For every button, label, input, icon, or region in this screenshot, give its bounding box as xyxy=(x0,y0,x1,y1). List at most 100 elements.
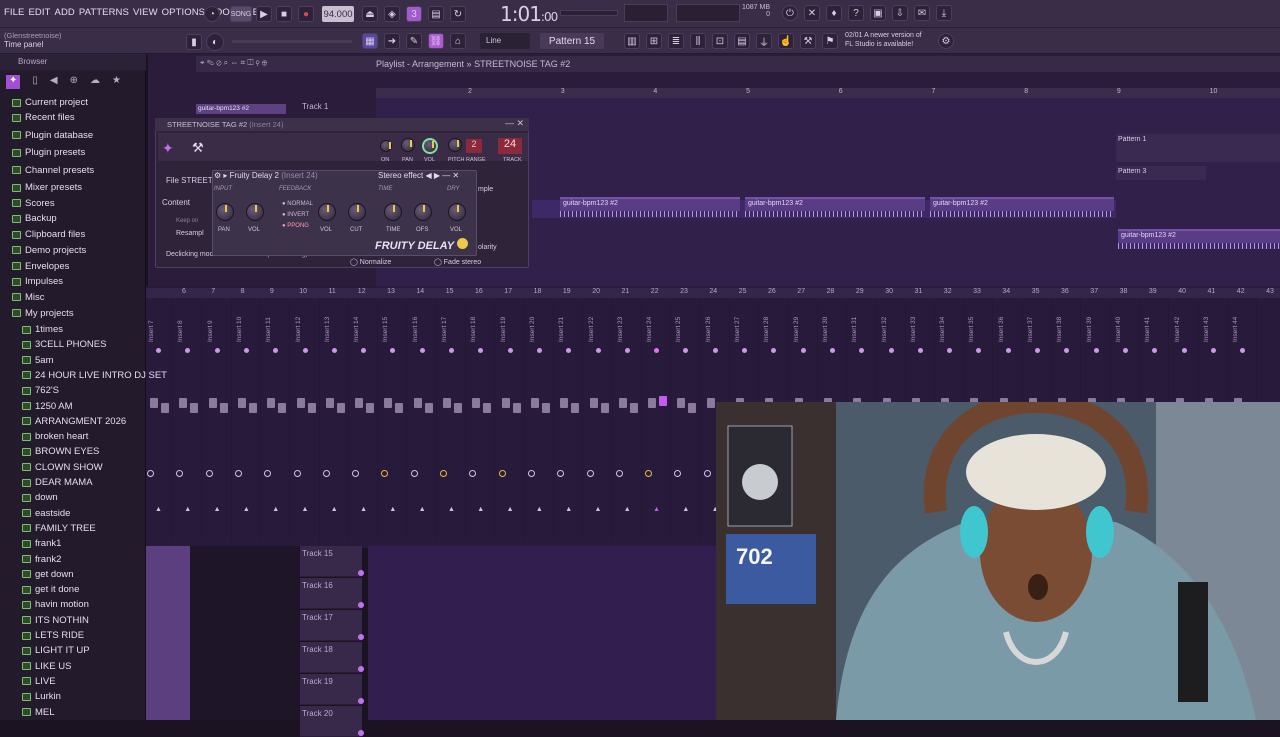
lower-track-label[interactable]: Track 18 xyxy=(300,642,362,673)
mixer-strip[interactable]: Insert 23 ▲ xyxy=(615,300,642,540)
insert-led[interactable] xyxy=(302,348,308,353)
vol-fader[interactable] xyxy=(219,403,228,413)
browser-item-mixer-presets[interactable]: Mixer presets xyxy=(12,180,82,195)
plugin-picker-icon[interactable]: ⊡ xyxy=(712,33,728,49)
project-item[interactable]: get down xyxy=(22,567,74,582)
insert-led[interactable] xyxy=(419,348,425,353)
delay-knob-vol[interactable] xyxy=(318,203,336,221)
insert-led[interactable] xyxy=(273,348,279,353)
mixer-strip[interactable]: Insert 20 ▲ xyxy=(527,300,554,540)
delay-mode-invert[interactable]: ● INVERT xyxy=(282,212,309,218)
delay-knob-ofs[interactable] xyxy=(414,203,432,221)
help-icon[interactable]: ? xyxy=(848,5,864,21)
mixer-strip[interactable]: Insert 31 xyxy=(849,300,877,413)
mixer-strip[interactable]: Insert 17 ▲ xyxy=(439,300,466,540)
pan-fader[interactable] xyxy=(589,398,598,408)
project-item[interactable]: DEAR MAMA xyxy=(22,475,93,490)
audio-clip[interactable]: guitar-bpm123 #2 xyxy=(930,197,1114,211)
plug-icon[interactable]: ⏚ xyxy=(756,33,772,49)
mixer-strip[interactable]: Insert 27 xyxy=(732,300,759,413)
track-mute-led[interactable] xyxy=(358,698,364,704)
route-knob[interactable] xyxy=(440,470,447,477)
mixer-strip[interactable]: Insert 35 xyxy=(966,300,994,413)
record-icon[interactable]: ● xyxy=(298,6,314,22)
project-item[interactable]: 5am xyxy=(22,353,53,368)
track-mute-led[interactable] xyxy=(358,634,364,640)
send-arrow[interactable]: ▲ xyxy=(419,506,426,513)
tempo-display[interactable]: 94.000 xyxy=(322,6,354,22)
insert-led[interactable] xyxy=(742,348,747,353)
insert-led[interactable] xyxy=(1005,348,1011,353)
vol-fader[interactable] xyxy=(278,403,287,413)
insert-led[interactable] xyxy=(683,348,689,353)
window-close-icon[interactable]: — ✕ xyxy=(505,118,524,129)
route-knob[interactable] xyxy=(498,470,506,477)
master-pitch-knob[interactable]: ◐ xyxy=(206,33,224,51)
send-arrow[interactable]: ▲ xyxy=(184,506,191,513)
preset-selector[interactable]: Stereo effect ◀ ▶ — ✕ xyxy=(378,171,459,180)
project-item[interactable]: LIGHT IT UP xyxy=(22,643,90,658)
project-item[interactable]: ITS NOTHIN xyxy=(22,613,89,628)
wrench-tab-icon[interactable]: ⚒ xyxy=(192,140,204,156)
pan-fader[interactable] xyxy=(501,398,510,408)
vol-fader[interactable] xyxy=(629,403,638,413)
file-icon[interactable]: ▯ xyxy=(32,75,38,89)
mixer-strip[interactable]: Insert 24 ▲ xyxy=(644,300,672,540)
wait-icon[interactable]: ◈ xyxy=(384,6,400,22)
cloud-icon[interactable]: ☁ xyxy=(90,75,100,89)
project-item[interactable]: eastside xyxy=(22,506,70,521)
browser-item-backup[interactable]: Backup xyxy=(12,211,57,226)
pitch-knob[interactable] xyxy=(448,138,462,152)
mixer-strip[interactable]: Insert 14 ▲ xyxy=(351,300,379,540)
playlist-view-icon[interactable]: ▥ xyxy=(624,33,640,49)
menu-options[interactable]: OPTIONS xyxy=(162,7,205,18)
on-knob[interactable] xyxy=(380,140,392,152)
insert-led[interactable] xyxy=(507,348,513,353)
mic-icon[interactable]: ♦ xyxy=(826,5,842,21)
send-arrow[interactable]: ▲ xyxy=(595,506,602,513)
mixer-strip[interactable]: Insert 16 ▲ xyxy=(410,300,437,540)
send-arrow[interactable]: ▲ xyxy=(389,506,396,513)
insert-led[interactable] xyxy=(566,348,572,353)
vol-fader[interactable] xyxy=(600,403,609,413)
pan-fader[interactable] xyxy=(648,398,657,408)
song-mode-toggle[interactable]: SONG xyxy=(230,6,252,22)
insert-led[interactable] xyxy=(976,348,982,353)
pan-fader[interactable] xyxy=(237,398,246,408)
audio-clip[interactable]: guitar-bpm123 #2 xyxy=(745,197,925,211)
browser-icon[interactable]: ▤ xyxy=(734,33,750,49)
mixer-strip[interactable]: Insert 32 xyxy=(879,300,906,413)
metronome-icon[interactable]: ⏏ xyxy=(362,6,378,22)
lower-playlist-grid[interactable] xyxy=(368,546,718,720)
send-arrow[interactable]: ▲ xyxy=(448,506,455,513)
delay-mode-ppong[interactable]: ● PPONG xyxy=(282,223,309,229)
track-mute-led[interactable] xyxy=(358,570,364,576)
wrench-icon[interactable]: ⚒ xyxy=(800,33,816,49)
insert-led[interactable] xyxy=(1064,348,1070,353)
playlist-tools-icon[interactable]: ⌖ ✎ ⊘ ⌕ ⇔ ⌗ ◫ ⚲ ⊕ xyxy=(200,58,267,68)
project-item[interactable]: LIVE xyxy=(22,674,56,689)
mixer-strip[interactable]: Insert 42 xyxy=(1172,300,1199,413)
insert-led[interactable] xyxy=(185,348,191,353)
snap-selector[interactable]: Line xyxy=(480,33,530,49)
pan-fader[interactable] xyxy=(706,398,715,408)
audio-clip[interactable]: guitar-bpm123 #2 xyxy=(560,197,740,211)
vol-fader[interactable] xyxy=(190,403,199,413)
insert-led[interactable] xyxy=(536,348,542,353)
browser-item-impulses[interactable]: Impulses xyxy=(12,274,63,289)
insert-led[interactable] xyxy=(654,348,660,353)
insert-led[interactable] xyxy=(800,348,806,353)
pan-fader[interactable] xyxy=(472,398,481,408)
pan-fader[interactable] xyxy=(413,398,422,408)
mixer-strip[interactable]: Insert 18 ▲ xyxy=(468,300,496,540)
vol-knob[interactable] xyxy=(422,138,438,154)
track-mute-led[interactable] xyxy=(358,730,364,736)
insert-led[interactable] xyxy=(712,348,718,353)
news-panel[interactable]: 02/01 A newer version of FL Studio is ava… xyxy=(845,31,922,49)
touch-icon[interactable]: ☝ xyxy=(778,33,794,49)
project-item[interactable]: 1250 AM xyxy=(22,399,73,414)
send-arrow[interactable]: ▲ xyxy=(360,506,367,513)
vol-fader[interactable] xyxy=(688,403,697,413)
insert-led[interactable] xyxy=(771,348,777,353)
route-knob[interactable] xyxy=(410,470,418,477)
